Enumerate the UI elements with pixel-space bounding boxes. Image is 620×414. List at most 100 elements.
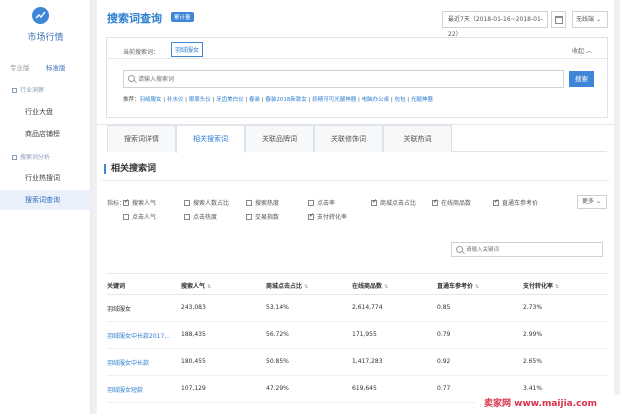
sidebar-item-shop-rank[interactable]: 商品店铺榜 xyxy=(0,124,91,144)
column-header[interactable]: 商城点击占比 ⇅ xyxy=(266,281,308,290)
column-header[interactable]: 直通车参考价 ⇅ xyxy=(437,281,479,290)
sidebar-item-hot-search[interactable]: 行业热搜词 xyxy=(0,168,91,188)
metric-checkbox[interactable]: 搜索人数占比 xyxy=(184,198,229,207)
keyword-cell[interactable]: 羽绒服女中长款2017... xyxy=(107,331,170,340)
table-cell: 47.29% xyxy=(266,385,289,392)
sort-icon: ⇅ xyxy=(555,284,560,290)
terminal-select[interactable]: 无线端 ⌄ xyxy=(572,11,608,28)
metric-checkbox[interactable]: 商城点击占比 xyxy=(371,198,416,207)
metric-checkbox[interactable]: 搜索热度 xyxy=(246,198,279,207)
search-input[interactable] xyxy=(138,73,558,85)
table-cell: 171,955 xyxy=(352,331,377,338)
calendar-icon[interactable] xyxy=(551,11,566,28)
table-cell: 2.65% xyxy=(523,358,543,365)
search-box: 当前搜索词： 羽绒服女 收起 ︿ 搜索 推荐：羽绒服女 | 补水仪 | 眼周头仪… xyxy=(106,37,608,118)
sort-icon: ⇅ xyxy=(475,284,480,290)
recommend-item[interactable]: 羽绒服女 xyxy=(140,97,162,103)
checkbox-icon xyxy=(184,214,190,220)
metric-checkbox[interactable]: 点击率 xyxy=(308,198,335,207)
table-row: 羽绒服女中长款2017... 188,435 56.72% 171,955 0.… xyxy=(107,322,607,349)
tab-related-words[interactable]: 相关搜索词 xyxy=(176,125,245,153)
search-button[interactable]: 搜索 xyxy=(569,71,594,87)
related-panel: 搜索词详情 相关搜索词 关联品牌词 关联修饰词 关联热词 相关搜索词 指标： 搜… xyxy=(97,124,614,414)
chevron-up-icon: ︿ xyxy=(585,48,592,55)
sort-icon: ⇅ xyxy=(207,284,212,290)
keyword-cell[interactable]: 羽绒服女短款 xyxy=(107,385,143,394)
collapse-button[interactable]: 收起 ︿ xyxy=(572,46,592,55)
column-header: 关键词 xyxy=(107,283,126,290)
divider xyxy=(107,58,607,59)
header-area: 搜索词查询 累计量 最近7天（2018-01-16~2018-01-22） 无线… xyxy=(97,0,614,124)
metric-checkbox[interactable]: 在线商品数 xyxy=(432,198,471,207)
table-cell: 180,455 xyxy=(181,358,206,365)
metric-checkbox[interactable]: 直通车参考价 xyxy=(493,198,538,207)
current-keyword-label: 当前搜索词： xyxy=(123,49,160,56)
checkbox-icon xyxy=(184,200,190,206)
checkbox-checked-icon xyxy=(493,198,499,206)
checkbox-checked-icon xyxy=(371,198,377,206)
metric-checkbox[interactable]: 搜索人气 xyxy=(123,198,156,207)
chevron-down-icon: ⌄ xyxy=(595,198,601,205)
current-keyword-chip[interactable]: 羽绒服女 xyxy=(171,42,204,57)
main-content: 搜索词查询 累计量 最近7天（2018-01-16~2018-01-22） 无线… xyxy=(91,0,620,414)
keyword-cell[interactable]: 羽绒服女中长款 xyxy=(107,358,149,367)
checkbox-icon xyxy=(246,214,252,220)
keyword-filter-field[interactable] xyxy=(451,242,603,257)
table-cell: 2.73% xyxy=(523,304,543,311)
checkbox-checked-icon xyxy=(432,198,438,206)
sidebar-section-search: 搜索词分析 xyxy=(12,152,50,161)
tab-bar: 搜索词详情 相关搜索词 关联品牌词 关联修饰词 关联热词 xyxy=(107,125,607,153)
keyword-filter-input[interactable] xyxy=(466,244,600,255)
table-cell: 619,645 xyxy=(352,385,377,392)
table-cell: 2,614,774 xyxy=(352,304,383,311)
search-field[interactable] xyxy=(123,70,564,88)
table-header: 关键词 搜索人气 ⇅ 商城点击占比 ⇅ 在线商品数 ⇅ 直通车参考价 ⇅ 支付转… xyxy=(107,273,607,295)
metric-checkbox[interactable]: 交易指数 xyxy=(246,212,279,221)
table-cell: 0.92 xyxy=(437,358,451,365)
recommend-item[interactable]: 眼周头仪 xyxy=(189,97,211,103)
table-cell: 0.79 xyxy=(437,331,451,338)
sidebar: 市场行情 专业版 标准版 行业洞察 行业大盘 商品店铺榜 搜索词分析 行业热搜词… xyxy=(0,0,91,414)
recommend-item[interactable]: 电脑办公桌 xyxy=(362,97,390,103)
recommend-item[interactable]: 牙齿美白仪 xyxy=(216,97,244,103)
column-header[interactable]: 支付转化率 ⇅ xyxy=(523,281,559,290)
column-header[interactable]: 搜索人气 ⇅ xyxy=(181,281,211,290)
chevron-down-icon: ⌄ xyxy=(595,16,601,23)
recommend-item[interactable]: 春装 xyxy=(249,97,260,103)
metric-checkbox[interactable]: 点击人气 xyxy=(123,212,156,221)
keyword-cell[interactable]: 羽绒服女 xyxy=(107,304,131,313)
date-range-select[interactable]: 最近7天（2018-01-16~2018-01-22） xyxy=(442,11,548,38)
recommend-item[interactable]: 补水仪 xyxy=(167,97,184,103)
table-cell: 56.72% xyxy=(266,331,289,338)
tab-brand-words[interactable]: 关联品牌词 xyxy=(245,125,314,152)
version-standard-tab[interactable]: 标准版 xyxy=(46,62,66,72)
column-header[interactable]: 在线商品数 ⇅ xyxy=(352,281,388,290)
checkbox-checked-icon xyxy=(123,198,129,206)
table-cell: 0.85 xyxy=(437,304,451,311)
checkbox-icon xyxy=(308,200,314,206)
metric-checkbox[interactable]: 点击热度 xyxy=(184,212,217,221)
version-pro-tab[interactable]: 专业版 xyxy=(10,62,30,72)
tab-search-detail[interactable]: 搜索词详情 xyxy=(107,125,176,152)
table-row: 羽绒服女中长款 180,455 50.85% 1,417,283 0.92 2.… xyxy=(107,349,607,376)
recommend-item[interactable]: 包包 xyxy=(395,97,406,103)
divider xyxy=(101,180,609,181)
table-cell: 53.14% xyxy=(266,304,289,311)
watermark: 卖家网 www.maijia.com xyxy=(476,395,620,414)
tab-hot-words[interactable]: 关联热词 xyxy=(383,125,452,152)
sidebar-item-search-query[interactable]: 搜索词查询 xyxy=(0,190,91,210)
metric-checkbox[interactable]: 支付转化率 xyxy=(308,212,347,221)
table-cell: 188,435 xyxy=(181,331,206,338)
sidebar-section-industry: 行业洞察 xyxy=(12,85,44,94)
tab-modifier-words[interactable]: 关联修饰词 xyxy=(314,125,383,152)
recommend-item[interactable]: 妖精可可光腿神器 xyxy=(312,97,356,103)
search-icon xyxy=(128,75,135,82)
checkbox-icon xyxy=(123,214,129,220)
sort-icon: ⇅ xyxy=(304,284,309,290)
section-icon xyxy=(12,155,17,160)
more-metrics-button[interactable]: 更多 ⌄ xyxy=(577,195,607,209)
recommend-item[interactable]: 春装2018新款女 xyxy=(265,97,307,103)
sidebar-item-industry-overview[interactable]: 行业大盘 xyxy=(0,102,91,122)
recommend-item[interactable]: 光腿神器 xyxy=(411,97,433,103)
table-cell: 50.85% xyxy=(266,358,289,365)
